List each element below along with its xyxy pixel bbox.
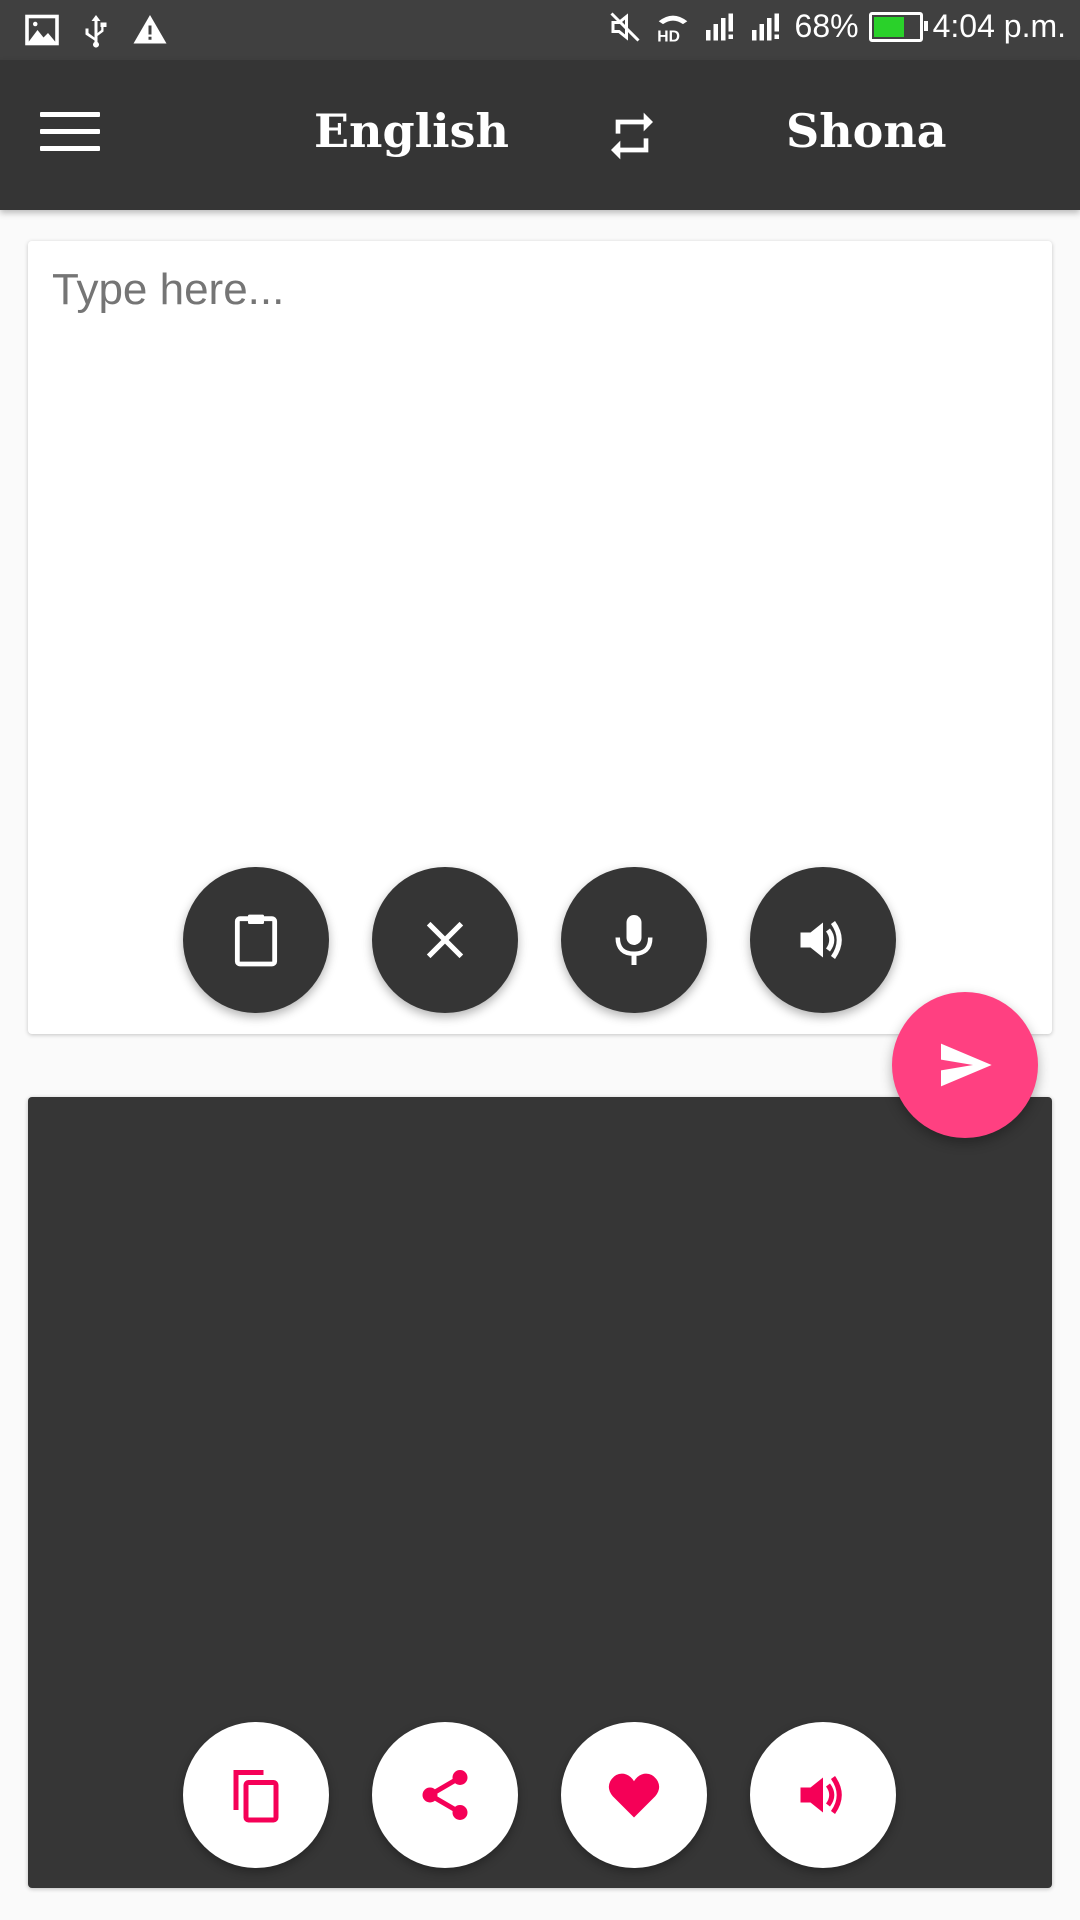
share-icon [422, 1770, 468, 1820]
speaker-icon [800, 921, 842, 959]
voice-input-button[interactable] [561, 867, 707, 1013]
source-text-input[interactable] [50, 263, 1034, 867]
paste-button[interactable] [183, 867, 329, 1013]
hd-call-icon: HD [653, 9, 693, 45]
menu-button[interactable] [40, 112, 100, 158]
clear-button[interactable] [372, 867, 518, 1013]
input-card [28, 241, 1052, 1034]
speak-output-button[interactable] [750, 1722, 896, 1868]
app-bar: English Shona [0, 60, 1080, 210]
output-card [28, 1097, 1052, 1888]
swap-languages-button[interactable] [600, 108, 664, 164]
copy-button[interactable] [183, 1722, 329, 1868]
status-bar: HD 68% 4:04 p.m. [0, 0, 1080, 60]
hamburger-menu-icon [40, 112, 100, 151]
source-language-selector[interactable]: English [314, 104, 509, 158]
translate-button[interactable] [892, 992, 1038, 1138]
clock: 4:04 p.m. [932, 8, 1066, 44]
mute-icon [607, 9, 643, 45]
heart-icon [608, 1773, 660, 1818]
send-icon [941, 1043, 992, 1087]
signal-sim1-icon [703, 9, 739, 45]
microphone-icon [615, 915, 653, 965]
battery-level-fill [873, 16, 904, 37]
battery-icon [868, 11, 928, 42]
target-language-selector[interactable]: Shona [786, 104, 947, 158]
speak-input-button[interactable] [750, 867, 896, 1013]
signal-sim2-icon [749, 9, 785, 45]
warning-icon [132, 12, 168, 48]
close-icon [426, 921, 464, 959]
clipboard-icon [234, 914, 278, 967]
svg-text:HD: HD [657, 28, 680, 45]
usb-icon [78, 12, 114, 48]
battery-percent: 68% [794, 8, 859, 44]
copy-icon [233, 1770, 279, 1823]
swap-languages-icon [611, 112, 653, 160]
speaker-icon [800, 1776, 842, 1814]
share-button[interactable] [372, 1722, 518, 1868]
favorite-button[interactable] [561, 1722, 707, 1868]
image-icon [24, 12, 60, 48]
